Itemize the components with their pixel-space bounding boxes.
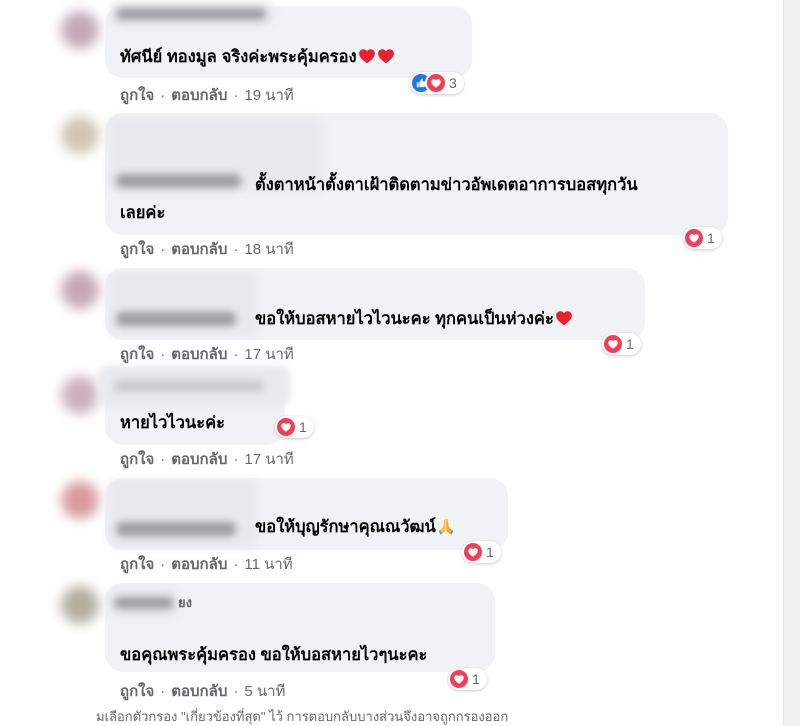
timestamp-link[interactable]: 17 นาที — [244, 451, 293, 468]
comment-actions: ถูกใจ · ตอบกลับ · 17 นาที — [120, 345, 294, 365]
comment-text: ขอให้บุญรักษาคุณณวัฒน์ — [255, 513, 455, 541]
reaction-summary[interactable]: 1 — [602, 333, 641, 355]
like-button[interactable]: ถูกใจ — [120, 346, 154, 363]
comment-actions: ถูกใจ · ตอบกลับ · 18 นาที — [120, 240, 294, 260]
like-button[interactable]: ถูกใจ — [120, 241, 154, 258]
reply-button[interactable]: ตอบกลับ — [171, 451, 227, 468]
comment-actions: ถูกใจ · ตอบกลับ · 19 นาที — [120, 86, 294, 106]
separator-dot: · — [233, 346, 239, 363]
reaction-summary[interactable]: 1 — [462, 541, 501, 563]
separator-dot: · — [160, 346, 166, 363]
reaction-summary[interactable]: 1 — [448, 668, 487, 690]
author-name-fragment[interactable]: ยง — [178, 594, 192, 612]
redacted-name-blur — [114, 380, 264, 392]
comment-text: ขอให้บอสหายไวไวนะคะ ทุกคนเป็นห่วงค่ะ — [255, 305, 573, 333]
avatar[interactable] — [61, 271, 99, 309]
like-button[interactable]: ถูกใจ — [120, 87, 154, 104]
like-button[interactable]: ถูกใจ — [120, 451, 154, 468]
comments-panel: ทัศนีย์ ทองมูล จริงค่ะพระคุ้มครอง 3 ถูกใจ… — [0, 0, 800, 726]
love-icon — [604, 335, 622, 353]
avatar[interactable] — [61, 116, 99, 154]
reaction-summary[interactable]: 1 — [683, 227, 722, 249]
reaction-count: 1 — [472, 671, 480, 687]
redacted-author-name[interactable] — [108, 588, 178, 618]
timestamp-link[interactable]: 11 นาที — [244, 556, 292, 573]
reply-button[interactable]: ตอบกลับ — [171, 556, 227, 573]
avatar[interactable] — [61, 11, 99, 49]
love-icon — [464, 543, 482, 561]
redacted-name-blur — [114, 597, 174, 609]
filter-notice: มเลือกตัวกรอง "เกี่ยวข้องที่สุด" ไว้ การ… — [96, 709, 509, 724]
comment-actions: ถูกใจ · ตอบกลับ · 11 นาที — [120, 555, 293, 575]
redacted-author-name[interactable] — [108, 272, 258, 336]
redacted-name-blur — [116, 522, 236, 536]
love-icon — [450, 670, 468, 688]
redacted-name-blur — [116, 312, 236, 326]
reaction-count: 3 — [449, 75, 457, 91]
separator-dot: · — [160, 556, 166, 573]
red-heart-emoji — [358, 47, 376, 65]
separator-dot: · — [160, 241, 166, 258]
redacted-name-blur — [116, 174, 241, 188]
reply-button[interactable]: ตอบกลับ — [171, 346, 227, 363]
timestamp-link[interactable]: 5 นาที — [244, 683, 285, 700]
love-icon — [277, 418, 295, 436]
reaction-count: 1 — [626, 336, 634, 352]
reply-button[interactable]: ตอบกลับ — [171, 683, 227, 700]
comment-text-line: หายไวไวนะค่ะ — [120, 414, 225, 432]
redacted-author-name[interactable] — [108, 480, 258, 548]
redacted-author-name[interactable] — [110, 2, 275, 26]
reaction-count: 1 — [299, 419, 307, 435]
comment-text-line: ขอให้บอสหายไวไวนะคะ ทุกคนเป็นห่วงค่ะ — [255, 310, 554, 328]
comment-actions: ถูกใจ · ตอบกลับ · 5 นาที — [120, 682, 285, 702]
reaction-summary[interactable]: 3 — [410, 72, 464, 94]
like-button[interactable]: ถูกใจ — [120, 556, 154, 573]
comment-actions: ถูกใจ · ตอบกลับ · 17 นาที — [120, 450, 294, 470]
timestamp-link[interactable]: 17 นาที — [244, 346, 293, 363]
separator-dot: · — [233, 451, 239, 468]
comment-text-line: ตั้งตาหน้าตั้งตาเฝ้าติดตามข่าวอัพเดตอากา… — [255, 176, 638, 194]
comment-text-line: เลยค่ะ — [120, 204, 166, 222]
love-icon — [427, 74, 445, 92]
folded-hands-emoji — [437, 517, 455, 535]
comment-text: ทัศนีย์ ทองมูล จริงค่ะพระคุ้มครอง — [120, 43, 395, 71]
reaction-count: 1 — [707, 230, 715, 246]
avatar[interactable] — [61, 481, 99, 519]
separator-dot: · — [160, 683, 166, 700]
avatar[interactable] — [61, 376, 99, 414]
separator-dot: · — [233, 87, 239, 104]
separator-dot: · — [160, 87, 166, 104]
comment-text-line: ขอให้บุญรักษาคุณณวัฒน์ — [255, 518, 436, 536]
tagged-name-link[interactable]: ทัศนีย์ ทองมูล — [120, 48, 217, 66]
separator-dot: · — [233, 556, 239, 573]
comment-text-line: ขอคุณพระคุ้มครอง ขอให้บอสหายไวๆนะคะ — [120, 646, 428, 664]
reaction-count: 1 — [486, 544, 494, 560]
timestamp-link[interactable]: 19 นาที — [244, 87, 293, 104]
scrollbar[interactable] — [783, 0, 800, 726]
reaction-summary[interactable]: 1 — [275, 416, 314, 438]
avatar[interactable] — [61, 586, 99, 624]
redacted-author-name[interactable] — [98, 366, 290, 406]
reply-button[interactable]: ตอบกลับ — [171, 87, 227, 104]
timestamp-link[interactable]: 18 นาที — [244, 241, 293, 258]
separator-dot: · — [160, 451, 166, 468]
love-icon — [685, 229, 703, 247]
like-button[interactable]: ถูกใจ — [120, 683, 154, 700]
redacted-name-blur — [116, 8, 266, 20]
separator-dot: · — [233, 683, 239, 700]
reply-button[interactable]: ตอบกลับ — [171, 241, 227, 258]
comment-text-line: จริงค่ะพระคุ้มครอง — [221, 48, 357, 66]
separator-dot: · — [233, 241, 239, 258]
red-heart-emoji — [555, 309, 573, 327]
red-heart-emoji — [377, 47, 395, 65]
